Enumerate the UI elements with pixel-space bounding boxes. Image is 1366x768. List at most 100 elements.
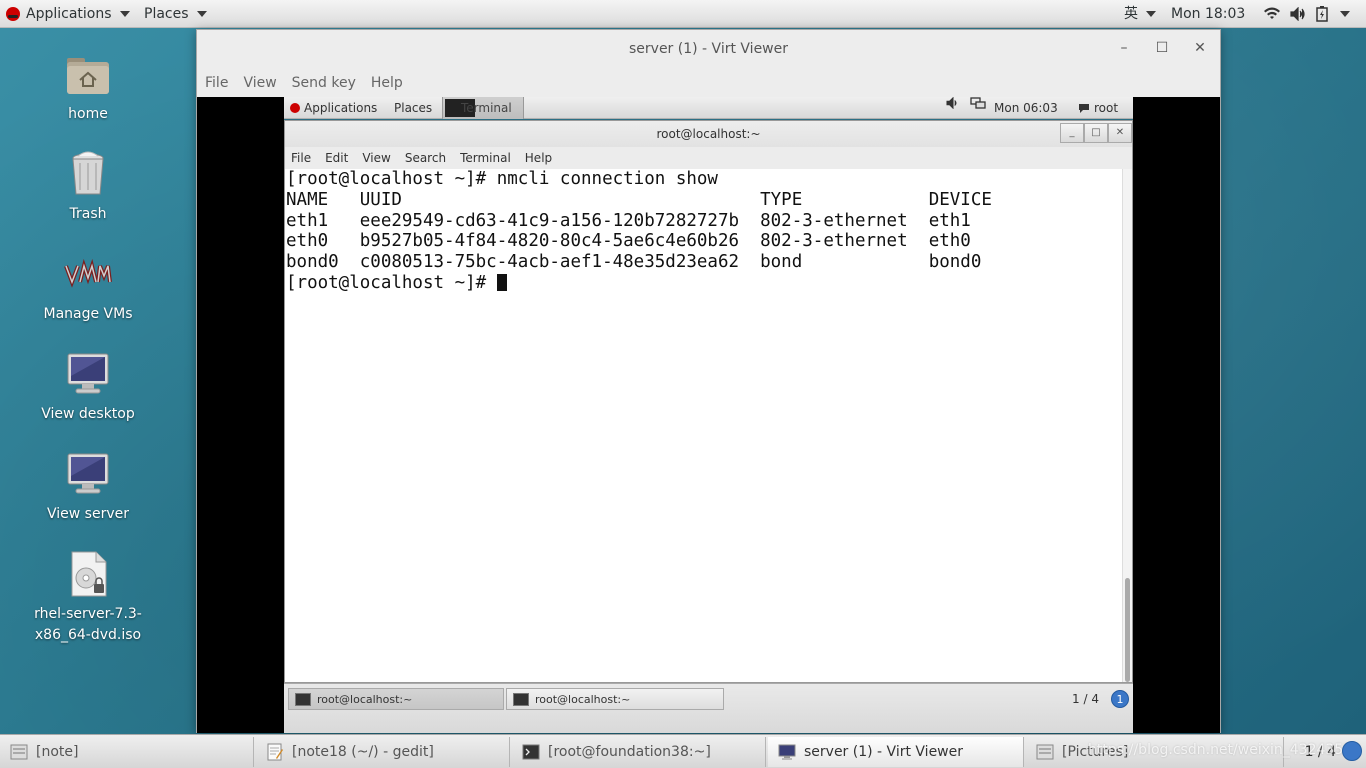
terminal-menubar: File Edit View Search Terminal Help [285,147,1132,169]
terminal-window-controls: _ □ ✕ [1060,123,1132,143]
vm-display[interactable]: Applications Places Terminal Mon 06:03 r… [197,97,1220,733]
redhat-logo-icon [290,103,300,113]
terminal-title-bar: root@localhost:~ _ □ ✕ [285,121,1132,147]
task-virt-viewer[interactable]: server (1) - Virt Viewer [768,737,1024,767]
terminal-line: eth1 eee29549-cd63-41c9-a156-120b7282727… [286,210,971,231]
chevron-down-icon [1146,11,1156,17]
chat-user-icon [1079,103,1089,113]
terminal-menu-terminal[interactable]: Terminal [460,147,511,169]
menu-send-key[interactable]: Send key [292,68,365,98]
guest-places-menu[interactable]: Places [394,97,432,119]
terminal-line: bond0 c0080513-75bc-4acb-aef1-48e35d23ea… [286,252,982,273]
places-menu-label: Places [144,6,189,22]
guest-terminal-label: Terminal [461,101,512,115]
task-note[interactable]: [note] [0,737,254,767]
terminal-prompt: [root@localhost ~]# [286,272,497,293]
guest-task-terminal-2[interactable]: root@localhost:~ [506,688,724,710]
guest-applications-label: Applications [304,101,378,115]
task-terminal[interactable]: [root@foundation38:~] [512,737,766,767]
chevron-down-icon [1340,11,1350,17]
applications-menu[interactable]: Applications [6,0,130,28]
guest-task-terminal-1[interactable]: root@localhost:~ [288,688,504,710]
task-label: server (1) - Virt Viewer [804,744,963,760]
host-top-bar: Applications Places 英 Mon 18:03 [0,0,1366,28]
desktop-icon-iso[interactable]: rhel-server-7.3-x86_64-dvd.iso [28,550,148,646]
terminal-minimize-button[interactable]: _ [1060,123,1084,143]
desktop-icon-trash[interactable]: Trash [28,150,148,225]
maximize-button[interactable]: ☐ [1154,40,1170,56]
terminal-menu-view[interactable]: View [362,147,390,169]
clock-label: Mon 18:03 [1171,6,1246,22]
input-method-label: 英 [1124,6,1138,22]
virt-manager-icon [64,250,112,298]
window-title: server (1) - Virt Viewer [629,41,788,57]
guest-terminal-window[interactable]: root@localhost:~ _ □ ✕ File Edit View Se… [284,120,1133,683]
guest-user-label: root [1094,101,1119,115]
guest-notification-badge[interactable]: 1 [1111,690,1129,708]
virt-viewer-window[interactable]: server (1) - Virt Viewer – ☐ ✕ File View… [196,29,1221,733]
disc-image-file-icon [64,550,112,598]
terminal-icon [295,693,311,706]
guest-terminal-app-indicator[interactable]: Terminal [442,97,524,119]
menu-help[interactable]: Help [371,68,412,98]
terminal-menu-search[interactable]: Search [405,147,446,169]
guest-screen[interactable]: Applications Places Terminal Mon 06:03 r… [284,97,1133,733]
clock[interactable]: Mon 18:03 [1171,0,1245,28]
network-icon [970,97,986,109]
guest-top-bar: Applications Places Terminal Mon 06:03 r… [284,97,1133,119]
desktop-icon-label: rhel-server-7.3-x86_64-dvd.iso [34,606,142,643]
text-editor-icon [267,743,283,761]
desktop-icon-label: Manage VMs [43,306,133,322]
file-manager-icon [1036,744,1054,760]
guest-taskbar: root@localhost:~ root@localhost:~ 1 / 4 … [284,683,1133,733]
wifi-icon [1264,7,1280,19]
trash-icon [64,150,112,198]
task-label: [root@foundation38:~] [548,744,711,760]
terminal-output[interactable]: [root@localhost ~]# nmcli connection sho… [285,169,1123,682]
desktop-icon-manage-vms[interactable]: Manage VMs [28,250,148,325]
menu-view[interactable]: View [243,68,285,98]
guest-user-menu[interactable]: root [1078,97,1118,119]
terminal-scrollbar[interactable] [1122,169,1132,682]
guest-network[interactable] [970,97,986,109]
volume-icon [1290,7,1305,21]
desktop-icon-label: View server [47,506,129,522]
terminal-title: root@localhost:~ [656,127,761,141]
terminal-menu-edit[interactable]: Edit [325,147,348,169]
guest-workspace-indicator[interactable]: 1 / 4 [1072,688,1099,710]
monitor-icon [64,350,112,398]
guest-task-label: root@localhost:~ [535,693,631,706]
guest-clock-label: Mon 06:03 [994,101,1058,115]
places-menu[interactable]: Places [144,0,207,28]
terminal-close-button[interactable]: ✕ [1108,123,1132,143]
virt-viewer-menubar: File View Send key Help [197,68,1220,98]
terminal-menu-file[interactable]: File [291,147,311,169]
guest-clock[interactable]: Mon 06:03 [994,97,1058,119]
terminal-maximize-button[interactable]: □ [1084,123,1108,143]
redhat-logo-icon [6,7,20,21]
terminal-prompt-line: [root@localhost ~]# [286,273,1123,294]
scrollbar-thumb[interactable] [1125,578,1130,682]
home-folder-icon [64,50,112,98]
input-method-indicator[interactable]: 英 [1124,0,1156,28]
guest-task-label: root@localhost:~ [317,693,413,706]
desktop-icon-home[interactable]: home [28,50,148,125]
battery-icon [1316,6,1328,22]
desktop-icon-label: home [68,106,108,122]
desktop-icon-view-desktop[interactable]: View desktop [28,350,148,425]
terminal-line: NAME UUID TYPE DEVICE [286,189,992,210]
applications-menu-label: Applications [26,6,112,22]
chevron-down-icon [119,11,130,17]
minimize-button[interactable]: – [1116,40,1132,56]
monitor-icon [64,450,112,498]
notification-icon[interactable] [1342,741,1362,761]
desktop-icon-view-server[interactable]: View server [28,450,148,525]
close-button[interactable]: ✕ [1192,40,1208,56]
system-status-area[interactable] [1264,0,1350,28]
task-gedit[interactable]: [note18 (~/) - gedit] [256,737,510,767]
guest-volume[interactable] [946,97,960,109]
menu-file[interactable]: File [205,68,237,98]
file-manager-icon [10,744,28,760]
terminal-menu-help[interactable]: Help [525,147,552,169]
guest-applications-menu[interactable]: Applications [290,97,377,119]
